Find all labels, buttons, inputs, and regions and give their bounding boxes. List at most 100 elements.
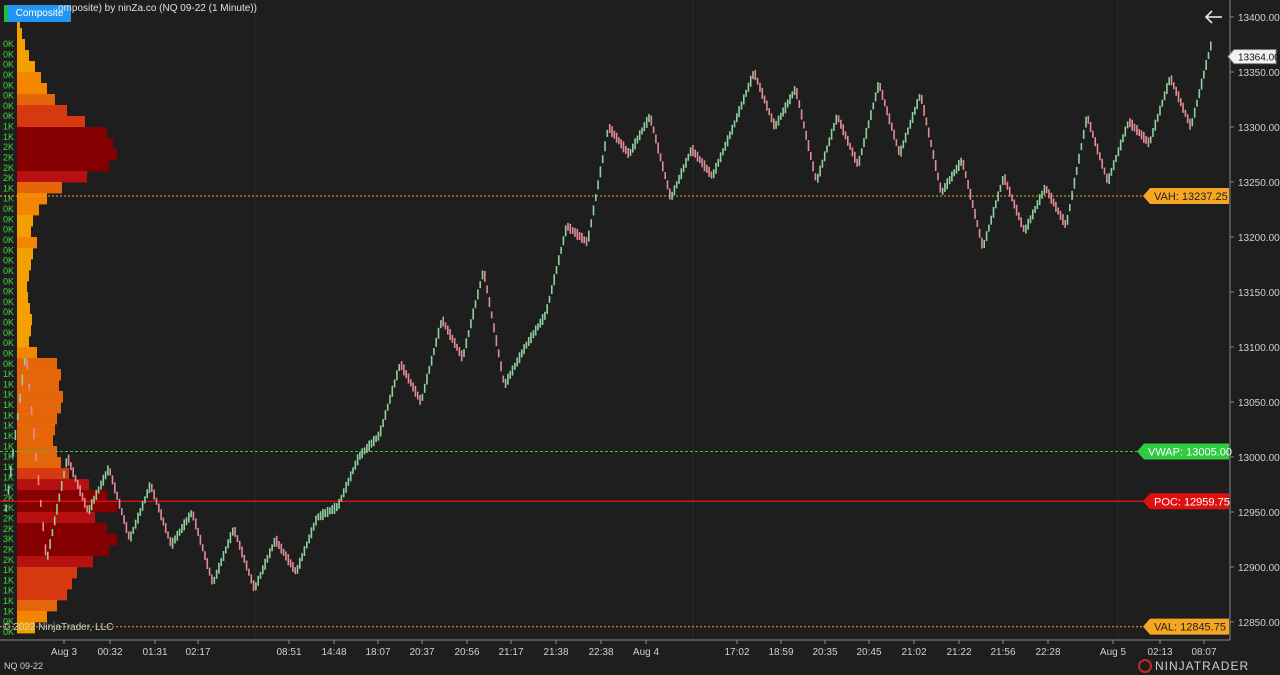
volume-label: 0K (3, 214, 14, 224)
volume-label: 1K (3, 400, 14, 410)
y-tick-label: 12900.00 (1238, 563, 1280, 574)
volume-bar (17, 611, 47, 623)
volume-label: 0K (3, 266, 14, 276)
volume-label: 0K (3, 328, 14, 338)
volume-label: 0K (3, 349, 14, 359)
volume-label: 2K (3, 524, 14, 534)
x-tick-label: 20:45 (856, 647, 881, 658)
volume-bar (17, 127, 107, 139)
volume-label: 2K (3, 555, 14, 565)
volume-label: 1K (3, 122, 14, 132)
x-tick-label: 21:22 (946, 647, 971, 658)
volume-bar (17, 545, 109, 557)
volume-label: 2K (3, 153, 14, 163)
volume-label: 0K (3, 235, 14, 245)
volume-bar (17, 534, 117, 546)
instrument-label: NQ 09-22 (4, 661, 44, 671)
x-tick-label: 18:59 (768, 647, 793, 658)
volume-label: 0K (3, 318, 14, 328)
volume-bar (17, 468, 69, 480)
volume-label: 1K (3, 606, 14, 616)
back-arrow-icon[interactable] (1203, 6, 1225, 28)
volume-bar (17, 39, 25, 51)
volume-label: 0K (3, 80, 14, 90)
volume-bar (17, 182, 62, 194)
volume-label: 1K (3, 369, 14, 379)
volume-bar (17, 435, 53, 447)
volume-label: 1K (3, 431, 14, 441)
volume-label: 2K (3, 503, 14, 513)
y-axis[interactable]: 13400.00 13350.00 13300.00 13250.00 13200.00… (1230, 13, 1280, 629)
volume-label: 2K (3, 142, 14, 152)
ninjatrader-logo: NINJATRADER (1138, 659, 1249, 673)
volume-label: 0K (3, 70, 14, 80)
volume-label: 0K (3, 49, 14, 59)
volume-label: 1K (3, 596, 14, 606)
x-tick-label: 08:51 (276, 647, 301, 658)
volume-label: 0K (3, 60, 14, 70)
volume-label: 0K (3, 39, 14, 49)
volume-label: 2K (3, 545, 14, 555)
volume-label: 0K (3, 359, 14, 369)
chart-title: omposite) by ninZa.co (NQ 09-22 (1 Minut… (58, 3, 257, 14)
x-tick-label: 20:35 (812, 647, 837, 658)
volume-label: 0K (3, 245, 14, 255)
x-tick-label: Aug 4 (633, 647, 660, 658)
volume-label: 0K (3, 256, 14, 266)
volume-label: 1K (3, 586, 14, 596)
volume-bar (17, 567, 77, 579)
x-tick-label: 21:38 (543, 647, 568, 658)
x-tick-label: 01:31 (142, 647, 167, 658)
volume-bar (17, 424, 55, 436)
volume-profile (17, 6, 117, 634)
volume-bar (17, 578, 72, 590)
volume-bar (17, 347, 37, 359)
x-axis[interactable]: Aug 3 00:32 01:31 02:17 08:51 14:48 18:07 20:37… (51, 640, 1217, 658)
volume-bar (17, 589, 67, 601)
volume-label: 1K (3, 132, 14, 142)
vwap-label: VWAP: 13005.00 (1148, 447, 1232, 459)
x-tick-label: 22:28 (1035, 647, 1060, 658)
volume-label: 0K (3, 204, 14, 214)
y-tick-label: 13050.00 (1238, 398, 1280, 409)
y-tick-label: 13300.00 (1238, 123, 1280, 134)
volume-bar (17, 50, 29, 62)
volume-bar (17, 226, 31, 238)
volume-bar (17, 204, 39, 216)
volume-label: 3K (3, 534, 14, 544)
price-chart: 0K0K0K0K0K0K0K0K1K1K2K2K2K2K1K1K0K0K0K0K… (0, 0, 1280, 658)
volume-bar (17, 259, 31, 271)
y-tick-label: 13200.00 (1238, 233, 1280, 244)
volume-bar (17, 105, 67, 117)
volume-bar (17, 391, 63, 403)
volume-bar (17, 72, 41, 84)
x-tick-label: 00:32 (97, 647, 122, 658)
y-tick-label: 13250.00 (1238, 178, 1280, 189)
price-bars (5, 41, 1212, 592)
x-tick-label: 17:02 (724, 647, 749, 658)
x-tick-label: 02:13 (1147, 647, 1172, 658)
volume-label: 0K (3, 307, 14, 317)
volume-label: 0K (3, 101, 14, 111)
x-tick-label: 08:07 (1191, 647, 1216, 658)
x-tick-label: 18:07 (365, 647, 390, 658)
volume-bar (17, 248, 33, 260)
volume-label: 1K (3, 575, 14, 585)
volume-bar (17, 325, 31, 337)
volume-label: 0K (3, 111, 14, 121)
volume-label: 0K (3, 91, 14, 101)
volume-bar (17, 413, 57, 425)
copyright-text: © 2022 NinjaTrader, LLC (3, 622, 114, 633)
vah-label: VAH: 13237.25 (1154, 191, 1228, 203)
volume-bar (17, 369, 61, 381)
volume-bar (17, 336, 29, 348)
volume-label: 0K (3, 297, 14, 307)
volume-bar (17, 402, 61, 414)
volume-profile-labels: 0K0K0K0K0K0K0K0K1K1K2K2K2K2K1K1K0K0K0K0K… (3, 39, 14, 637)
volume-label: 1K (3, 565, 14, 575)
volume-label: 1K (3, 472, 14, 482)
volume-bar (17, 600, 57, 612)
volume-bar (17, 512, 95, 524)
y-tick-label: 13350.00 (1238, 68, 1280, 79)
level-lines (0, 195, 1145, 628)
